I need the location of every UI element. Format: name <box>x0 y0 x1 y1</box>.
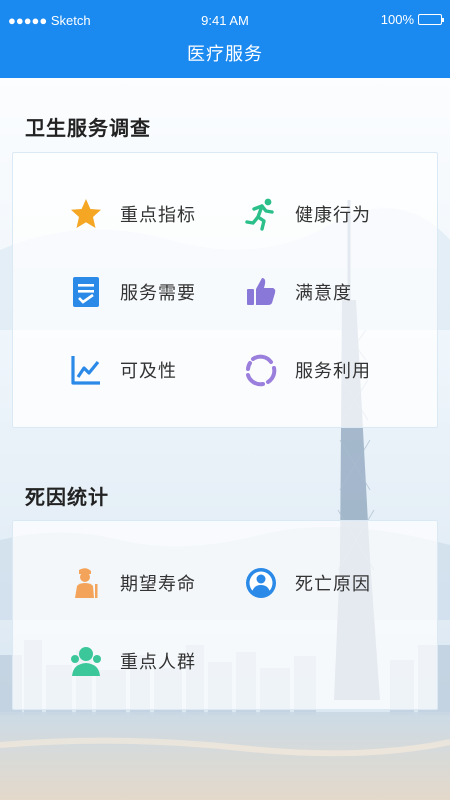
menu-item-label: 死亡原因 <box>295 574 371 595</box>
menu-item-label: 服务需要 <box>120 283 196 304</box>
section-title-death-statistics: 死因统计 <box>25 485 109 509</box>
nav-bar: 医疗服务 <box>0 40 450 78</box>
page-title: 医疗服务 <box>187 44 263 65</box>
survey-card: 重点指标 健康行为 服务需要 满意度 可及性 服务利用 <box>12 152 438 428</box>
line-chart-icon <box>68 352 104 388</box>
battery-percent: 100% <box>380 12 414 27</box>
menu-item-key-indicators[interactable]: 重点指标 <box>68 194 196 234</box>
battery-icon <box>418 14 444 25</box>
section-title-survey: 卫生服务调查 <box>25 116 151 140</box>
menu-item-life-expectancy[interactable]: 期望寿命 <box>68 563 196 603</box>
elderly-person-icon <box>68 565 104 601</box>
star-icon <box>68 196 104 232</box>
menu-item-label: 服务利用 <box>295 361 371 382</box>
menu-item-label: 满意度 <box>295 283 352 304</box>
menu-item-label: 可及性 <box>120 361 177 382</box>
running-person-icon <box>243 196 279 232</box>
menu-item-service-utilization[interactable]: 服务利用 <box>243 350 371 390</box>
menu-item-accessibility[interactable]: 可及性 <box>68 350 177 390</box>
menu-item-satisfaction[interactable]: 满意度 <box>243 272 352 312</box>
menu-item-cause-of-death[interactable]: 死亡原因 <box>243 563 371 603</box>
person-circle-icon <box>243 565 279 601</box>
group-people-icon <box>68 643 104 679</box>
menu-item-label: 期望寿命 <box>120 574 196 595</box>
status-bar: ●●●●● Sketch 9:41 AM 100% <box>0 0 450 40</box>
death-statistics-card: 期望寿命 死亡原因 重点人群 <box>12 520 438 710</box>
menu-item-label: 重点指标 <box>120 205 196 226</box>
menu-item-label: 健康行为 <box>295 205 371 226</box>
cycle-arrows-icon <box>243 352 279 388</box>
battery-status: 100% <box>380 12 444 27</box>
checklist-icon <box>68 274 104 310</box>
menu-item-health-behavior[interactable]: 健康行为 <box>243 194 371 234</box>
menu-item-key-populations[interactable]: 重点人群 <box>68 641 196 681</box>
thumbs-up-icon <box>243 274 279 310</box>
menu-item-label: 重点人群 <box>120 652 196 673</box>
menu-item-service-needs[interactable]: 服务需要 <box>68 272 196 312</box>
